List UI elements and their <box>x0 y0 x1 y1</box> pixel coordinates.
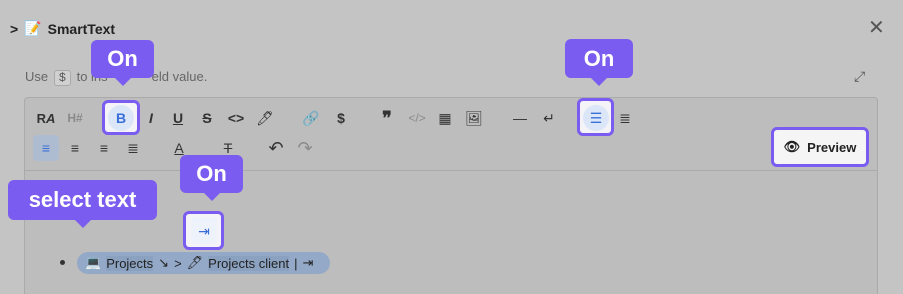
bold-button[interactable]: B <box>108 105 134 131</box>
page-title: SmartText <box>47 20 116 37</box>
inline-code-button[interactable]: <> <box>223 105 249 131</box>
clear-format-icon[interactable]: RA <box>33 105 59 131</box>
quote-icon[interactable]: ❞ <box>374 105 400 131</box>
strikethrough-button[interactable]: S <box>194 105 220 131</box>
heading-icon[interactable]: H# <box>62 105 88 131</box>
highlighter-icon[interactable]: 🖊 <box>252 105 278 131</box>
list-bullet <box>60 260 65 265</box>
hard-break-icon[interactable]: ↵ <box>536 105 562 131</box>
hint-prefix: Use <box>25 69 49 84</box>
image-icon[interactable]: 🖼 <box>461 105 487 131</box>
numbered-list-button[interactable]: ≣ <box>612 105 638 131</box>
bullet-list-button[interactable]: ☰ <box>583 105 609 131</box>
gt-symbol: > <box>174 255 182 271</box>
pen-icon: 🖊 <box>186 255 204 270</box>
caret: > <box>10 20 19 37</box>
redo-button[interactable]: ↷ <box>292 135 318 161</box>
eye-icon: 👁 <box>783 139 801 154</box>
expand-icon[interactable]: ⤢ <box>854 68 865 85</box>
variable-dollar-button[interactable]: $ <box>328 105 354 131</box>
dollar-badge: $ <box>53 70 71 86</box>
separator: | <box>294 255 298 271</box>
code-block-icon[interactable]: </> <box>404 105 430 131</box>
smarttext-header: > 📝 SmartText <box>10 20 115 37</box>
bullet-on-callout: On <box>565 39 633 86</box>
projects-label: Projects <box>106 255 154 271</box>
table-icon[interactable]: ▦ <box>432 105 458 131</box>
align-justify-button[interactable]: ≣ <box>120 135 146 161</box>
preview-label: Preview <box>807 139 857 155</box>
pencil-icon: 📝 <box>24 20 42 36</box>
preview-button[interactable]: 👁 Preview <box>771 127 869 167</box>
indent-on-callout: On <box>180 155 243 201</box>
bold-on-callout: On <box>91 40 154 86</box>
underline-button[interactable]: U <box>165 105 191 131</box>
selected-list-item[interactable]: 💻 Projects ↘ > 🖊 Projects client | ⇥ <box>77 252 330 274</box>
close-icon[interactable]: ✕ <box>868 18 885 38</box>
hint-tail: eld value. <box>151 69 208 84</box>
horizontal-rule-icon[interactable]: — <box>507 105 533 131</box>
arrow-icon: ↘ <box>158 255 170 270</box>
projects-client-label: Projects client <box>208 255 290 271</box>
align-center-button[interactable]: ≡ <box>62 135 88 161</box>
laptop-icon: 💻 <box>85 255 102 270</box>
align-left-button[interactable]: ≡ <box>33 135 59 161</box>
undo-button[interactable]: ↶ <box>263 135 289 161</box>
indent-mini-icon: ⇥ <box>302 255 314 270</box>
indent-icon[interactable]: ⇥ <box>191 218 217 244</box>
link-icon[interactable]: 🔗 <box>298 105 324 131</box>
select-text-callout: select text <box>8 180 157 228</box>
align-right-button[interactable]: ≡ <box>91 135 117 161</box>
italic-button[interactable]: I <box>138 105 164 131</box>
